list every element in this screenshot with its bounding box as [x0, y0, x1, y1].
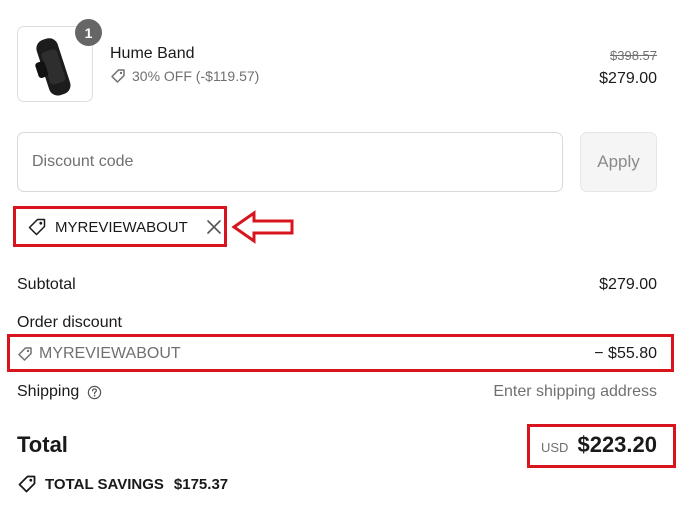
shipping-label: Shipping — [17, 383, 80, 400]
total-savings: TOTAL SAVINGS $175.37 — [17, 474, 228, 494]
order-discount-code: MYREVIEWABOUT — [17, 345, 181, 363]
currency-code: USD — [541, 440, 569, 455]
shipping-value: Enter shipping address — [493, 383, 657, 400]
subtotal-label: Subtotal — [17, 276, 76, 293]
discount-code-input[interactable] — [17, 132, 563, 192]
apply-button[interactable]: Apply — [580, 132, 657, 192]
total-label: Total — [17, 432, 68, 457]
tag-icon — [18, 347, 32, 361]
product-discount: 30% OFF (-$119.57) — [110, 68, 259, 84]
product-name: Hume Band — [110, 45, 195, 62]
tag-icon — [28, 218, 46, 236]
help-icon[interactable] — [87, 385, 102, 400]
applied-code-label: MYREVIEWABOUT — [55, 218, 188, 236]
subtotal-value: $279.00 — [599, 276, 657, 293]
order-discount-value: − $55.80 — [594, 345, 657, 362]
tag-icon — [111, 69, 125, 83]
quantity-badge: 1 — [75, 19, 102, 46]
order-discount-label: Order discount — [17, 314, 122, 331]
product-price: $279.00 — [599, 70, 657, 87]
left-arrow-annotation-icon — [231, 210, 294, 244]
remove-code-button[interactable] — [206, 219, 222, 235]
product-discount-text: 30% OFF (-$119.57) — [132, 68, 260, 84]
shipping-row: Shipping — [17, 383, 102, 401]
original-price: $398.57 — [610, 48, 657, 63]
total-savings-label: TOTAL SAVINGS — [45, 475, 164, 493]
total-value: $223.20 — [577, 432, 657, 457]
total-savings-value: $175.37 — [173, 475, 229, 493]
order-discount-code-text: MYREVIEWABOUT — [39, 345, 181, 362]
tag-icon — [18, 475, 36, 493]
close-icon — [206, 220, 221, 234]
applied-code-chip: MYREVIEWABOUT — [27, 217, 222, 237]
